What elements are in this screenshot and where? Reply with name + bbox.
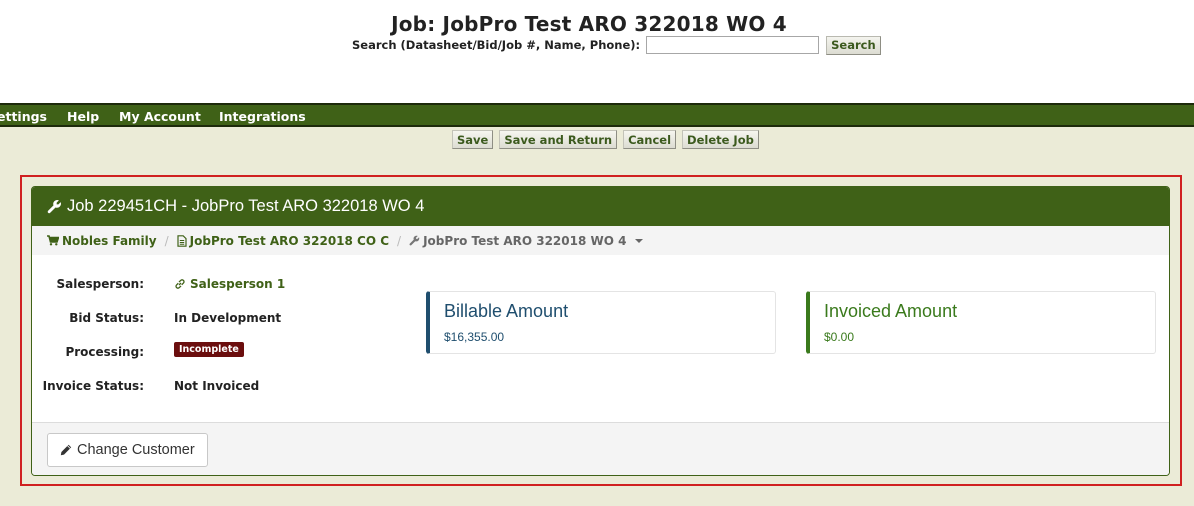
- panel-footer: Change Customer: [32, 422, 1169, 475]
- billable-amount-title: Billable Amount: [444, 301, 569, 321]
- pencil-icon: [60, 444, 72, 456]
- document-icon: [177, 234, 187, 247]
- panel-heading: Job 229451CH - JobPro Test ARO 322018 WO…: [32, 187, 1169, 226]
- breadcrumb-label: JobPro Test ARO 322018 WO 4: [423, 233, 627, 248]
- nav-item-integrations[interactable]: Integrations: [219, 109, 306, 124]
- page-title: Job: JobPro Test ARO 322018 WO 4: [391, 12, 787, 36]
- salesperson-label: Salesperson:: [56, 277, 144, 291]
- salesperson-name: Salesperson 1: [190, 277, 286, 291]
- job-panel: Job 229451CH - JobPro Test ARO 322018 WO…: [31, 186, 1170, 476]
- main-nav: ettings Help My Account Integrations: [0, 103, 1194, 127]
- breadcrumb-label: JobPro Test ARO 322018 CO C: [189, 233, 390, 248]
- save-and-return-button[interactable]: Save and Return: [499, 130, 618, 149]
- cart-icon: [47, 235, 59, 246]
- bid-status-value: In Development: [174, 311, 282, 325]
- invoice-status-value: Not Invoiced: [174, 379, 260, 393]
- nav-item-my-account[interactable]: My Account: [119, 109, 201, 124]
- action-toolbar: Save Save and Return Cancel Delete Job: [452, 130, 759, 149]
- breadcrumb-item-current-job[interactable]: JobPro Test ARO 322018 WO 4: [409, 233, 644, 248]
- search-input[interactable]: [646, 36, 820, 54]
- invoiced-amount-card: Invoiced Amount $0.00: [806, 291, 1156, 354]
- invoiced-amount-value: $0.00: [824, 330, 855, 344]
- bid-status-label: Bid Status:: [69, 311, 144, 325]
- search-button[interactable]: Search: [826, 35, 881, 55]
- status-badge: Incomplete: [174, 342, 244, 357]
- invoice-status-label: Invoice Status:: [42, 379, 144, 393]
- page-header: Job: JobPro Test ARO 322018 WO 4 Search …: [0, 0, 1194, 104]
- processing-value: Incomplete: [174, 342, 244, 357]
- save-button[interactable]: Save: [452, 130, 494, 149]
- billable-amount-value: $16,355.00: [444, 330, 505, 344]
- salesperson-value[interactable]: Salesperson 1: [174, 277, 285, 291]
- wrench-icon: [409, 235, 420, 246]
- delete-job-button[interactable]: Delete Job: [682, 130, 759, 149]
- wrench-icon: [47, 199, 62, 214]
- nav-item-help[interactable]: Help: [67, 109, 99, 124]
- link-icon: [175, 279, 185, 289]
- breadcrumb-separator: /: [164, 233, 169, 248]
- caret-down-icon[interactable]: [635, 238, 644, 243]
- processing-label: Processing:: [65, 345, 144, 359]
- billable-amount-card: Billable Amount $16,355.00: [426, 291, 776, 354]
- breadcrumb-item-customer[interactable]: Nobles Family: [47, 234, 157, 248]
- breadcrumb-item-change-order[interactable]: JobPro Test ARO 322018 CO C: [177, 234, 389, 248]
- invoiced-amount-title: Invoiced Amount: [824, 301, 958, 321]
- change-customer-button[interactable]: Change Customer: [47, 433, 208, 467]
- breadcrumb-separator: /: [397, 233, 402, 248]
- panel-title: Job 229451CH - JobPro Test ARO 322018 WO…: [67, 197, 425, 215]
- breadcrumb: Nobles Family / JobPro Test ARO 322018 C…: [32, 226, 1169, 255]
- search-label: Search (Datasheet/Bid/Job #, Name, Phone…: [352, 38, 641, 52]
- nav-item-settings[interactable]: ettings: [0, 109, 47, 124]
- search-bar: Search (Datasheet/Bid/Job #, Name, Phone…: [352, 35, 881, 55]
- change-customer-label: Change Customer: [77, 442, 195, 458]
- breadcrumb-label: Nobles Family: [62, 233, 157, 248]
- cancel-button[interactable]: Cancel: [623, 130, 677, 149]
